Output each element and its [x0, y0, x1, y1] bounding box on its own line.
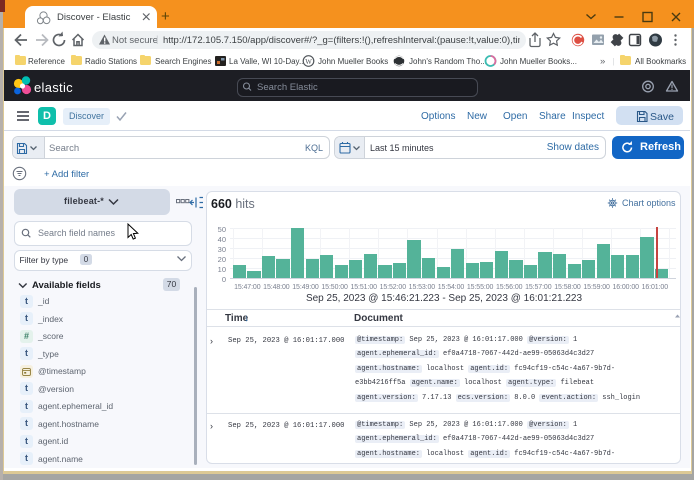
svg-text:W: W: [305, 58, 312, 66]
